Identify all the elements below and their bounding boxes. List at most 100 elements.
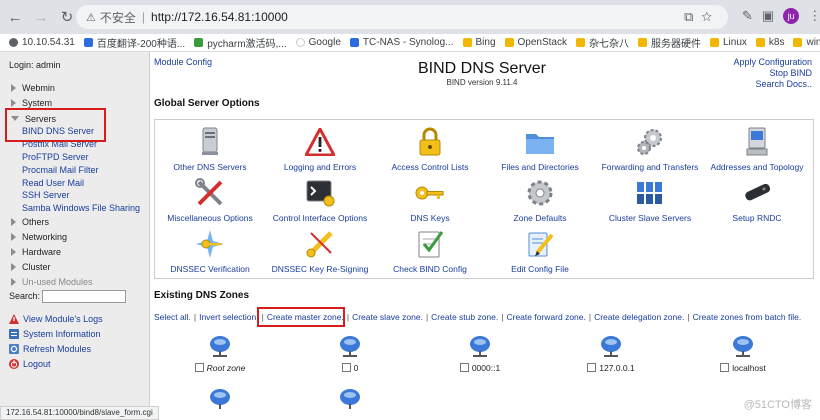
option-files-directories[interactable]: Files and Directories	[486, 126, 594, 172]
option-forwarding-transfers[interactable]: Forwarding and Transfers	[596, 126, 704, 172]
highlight-box	[257, 307, 345, 327]
apply-configuration-link[interactable]: Apply Configuration	[733, 57, 812, 68]
forward-icon[interactable]: →	[30, 6, 52, 28]
sidebar-toggle-icon[interactable]: ▣	[762, 8, 774, 24]
translate-icon	[83, 38, 93, 47]
gear-icon	[524, 177, 556, 209]
sidebar-item-procmail[interactable]: Procmail Mail Filter	[22, 165, 99, 175]
zone-item-0000-1[interactable]: 0000::1	[430, 333, 530, 373]
sidebar-item-ssh[interactable]: SSH Server	[22, 190, 70, 200]
expand-arrow-icon	[11, 233, 16, 241]
extensions-icon[interactable]: ✎	[742, 8, 753, 24]
sidebar-category-unused[interactable]: Un-used Modules	[11, 277, 93, 287]
zone-item-root[interactable]: Root zone	[170, 333, 270, 373]
option-logging-errors[interactable]: Logging and Errors	[266, 126, 374, 172]
zone-item[interactable]	[170, 386, 270, 416]
bookmark-item[interactable]: Bing	[462, 37, 496, 48]
option-miscellaneous[interactable]: Miscellaneous Options	[156, 177, 264, 223]
network-globe-icon	[467, 333, 493, 359]
zone-checkbox[interactable]	[587, 363, 597, 372]
create-zones-batch-link[interactable]: Create zones from batch file.	[693, 312, 802, 322]
stop-bind-link[interactable]: Stop BIND	[733, 68, 812, 79]
avatar[interactable]: ju	[783, 8, 800, 24]
search-docs-link[interactable]: Search Docs..	[733, 79, 812, 90]
sidebar-category-system[interactable]: System	[11, 98, 52, 108]
sidebar-category-networking[interactable]: Networking	[11, 232, 67, 242]
zone-item-localhost[interactable]: localhost	[693, 333, 793, 373]
sidebar-item-read-mail[interactable]: Read User Mail	[22, 178, 84, 188]
sidebar-category-hardware[interactable]: Hardware	[11, 247, 61, 257]
zone-checkbox[interactable]	[720, 363, 730, 372]
option-control-interface[interactable]: Control Interface Options	[266, 177, 374, 223]
option-dnssec-resigning[interactable]: DNSSEC Key Re-Signing	[266, 228, 374, 274]
bookmark-item[interactable]: 服务器硬件	[638, 35, 701, 50]
option-other-dns-servers[interactable]: Other DNS Servers	[156, 126, 264, 172]
bookmark-item[interactable]: windows	[793, 37, 820, 48]
bookmark-item[interactable]: k8s	[755, 37, 784, 48]
back-icon[interactable]: ←	[4, 6, 26, 28]
option-edit-config-file[interactable]: Edit Config File	[486, 228, 594, 274]
expand-arrow-icon	[11, 84, 16, 92]
bookmark-item[interactable]: OpenStack	[504, 37, 567, 48]
warning-icon[interactable]: ⚠	[86, 11, 96, 24]
option-access-control[interactable]: Access Control Lists	[376, 126, 484, 172]
bookmark-item[interactable]: 百度翻译-200种语...	[83, 35, 185, 50]
sidebar-category-others[interactable]: Others	[11, 217, 49, 227]
network-globe-icon	[207, 333, 233, 359]
bookmark-item[interactable]: 10.10.54.31	[9, 37, 75, 48]
network-globe-icon	[337, 386, 363, 412]
option-cluster-slave-servers[interactable]: Cluster Slave Servers	[596, 177, 704, 223]
create-stub-zone-link[interactable]: Create stub zone.	[431, 312, 498, 322]
sidebar-category-webmin[interactable]: Webmin	[11, 83, 55, 93]
expand-arrow-icon	[11, 263, 16, 271]
create-delegation-zone-link[interactable]: Create delegation zone.	[594, 312, 684, 322]
sidebar-item-proftpd[interactable]: ProFTPD Server	[22, 152, 89, 162]
key-pen-icon	[304, 228, 336, 260]
zone-item-127-0-0-1[interactable]: 127.0.0.1	[561, 333, 661, 373]
header-actions: Apply Configuration Stop BIND Search Doc…	[733, 57, 812, 90]
logout-link[interactable]: Logout	[9, 359, 51, 369]
option-dnssec-verification[interactable]: DNSSEC Verification	[156, 228, 264, 274]
bookmark-item[interactable]: TC-NAS - Synolog...	[349, 37, 454, 48]
zone-checkbox[interactable]	[194, 363, 204, 372]
view-logs-link[interactable]: View Module's Logs	[9, 314, 103, 324]
option-zone-defaults[interactable]: Zone Defaults	[486, 177, 594, 223]
sidebar-category-cluster[interactable]: Cluster	[11, 262, 51, 272]
expand-arrow-icon	[11, 278, 16, 286]
sidebar-item-samba[interactable]: Samba Windows File Sharing	[22, 203, 140, 213]
bookmark-item[interactable]: Linux	[710, 37, 747, 48]
search-input[interactable]	[42, 290, 127, 303]
select-all-link[interactable]: Select all.	[154, 312, 191, 322]
zone-item-0[interactable]: 0	[300, 333, 400, 373]
create-forward-zone-link[interactable]: Create forward zone.	[506, 312, 585, 322]
address-bar[interactable]: ⚠ 不安全 | http://172.16.54.81:10000 ⧉☆	[76, 5, 728, 29]
bookmark-item[interactable]: 杂七杂八	[576, 35, 629, 50]
search-label: Search:	[9, 291, 41, 301]
invert-selection-link[interactable]: Invert selection.	[199, 312, 259, 322]
login-label: Login: admin	[9, 60, 61, 70]
expand-arrow-icon	[11, 248, 16, 256]
folder-icon	[793, 38, 803, 47]
folder-icon	[710, 38, 719, 47]
zone-checkbox[interactable]	[459, 363, 469, 372]
bookmark-item[interactable]: pycharm激活码,...	[194, 35, 287, 50]
option-addresses-topology[interactable]: Addresses and Topology	[703, 126, 811, 172]
pycharm-icon	[194, 38, 204, 47]
refresh-icon	[9, 344, 19, 354]
separator: |	[193, 312, 197, 322]
system-info-link[interactable]: System Information	[9, 329, 101, 339]
folder-icon	[755, 38, 765, 47]
url-text[interactable]: http://172.16.54.81:10000	[151, 10, 288, 24]
option-check-bind-config[interactable]: Check BIND Config	[376, 228, 484, 274]
bookmark-item[interactable]: Google	[295, 37, 341, 48]
menu-icon[interactable]: ⋮	[808, 8, 820, 24]
option-dns-keys[interactable]: DNS Keys	[376, 177, 484, 223]
reload-icon[interactable]: ↻	[56, 6, 78, 28]
share-star-icons[interactable]: ⧉☆	[684, 9, 720, 25]
sidebar-search: Search:	[9, 290, 127, 303]
zone-item[interactable]	[300, 386, 400, 416]
create-slave-zone-link[interactable]: Create slave zone.	[352, 312, 423, 322]
option-setup-rndc[interactable]: Setup RNDC	[703, 177, 811, 223]
refresh-modules-link[interactable]: Refresh Modules	[9, 344, 91, 354]
zone-checkbox[interactable]	[341, 363, 351, 372]
